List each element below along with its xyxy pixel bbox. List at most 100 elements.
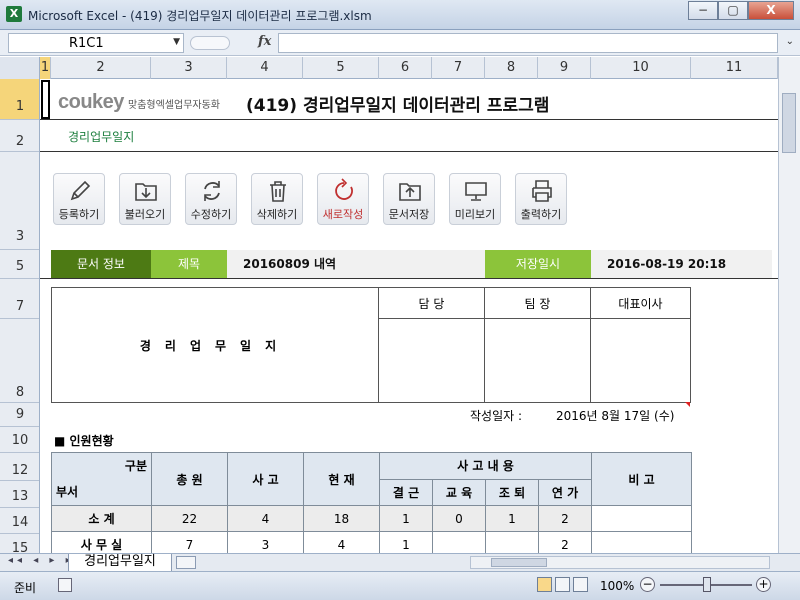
dept-cell[interactable]: 사 무 실 [51, 531, 152, 553]
worksheet[interactable]: coukey 맞춤형엑셀업무자동화 (419) 경리업무일지 데이터관리 프로그… [40, 79, 778, 553]
table-cell[interactable]: 1 [485, 505, 539, 532]
page-layout-view-button[interactable] [555, 577, 570, 592]
row-header[interactable]: 5 [0, 250, 39, 279]
table-cell[interactable]: 4 [227, 505, 304, 532]
column-label: 결 근 [379, 478, 433, 506]
row-header[interactable]: 7 [0, 279, 39, 319]
column-label: 조 퇴 [485, 478, 539, 506]
zoom-slider-thumb[interactable] [703, 577, 711, 592]
select-all-corner[interactable] [0, 57, 40, 79]
new-icon [335, 178, 353, 200]
vertical-scrollbar[interactable] [778, 57, 800, 553]
insert-sheet-icon[interactable] [176, 556, 196, 569]
zoom-level[interactable]: 100% [600, 579, 634, 593]
column-header[interactable]: 1 [40, 57, 51, 79]
preview-button-label[interactable]: 미리보기 [443, 206, 507, 222]
title-value[interactable]: 20160809 내역 [243, 250, 443, 278]
column-header[interactable]: 11 [691, 57, 778, 79]
table-cell[interactable] [591, 505, 692, 532]
column-header[interactable]: 6 [379, 57, 432, 79]
row-header[interactable]: 9 [0, 403, 39, 427]
table-cell[interactable]: 1 [379, 505, 433, 532]
insert-function-button[interactable]: fx [258, 34, 271, 49]
zoom-out-button[interactable]: − [640, 577, 655, 592]
saved-label: 저장일시 [485, 250, 591, 278]
doc-info-label: 문서 정보 [51, 250, 151, 278]
row-header[interactable]: 8 [0, 319, 39, 403]
name-box-value: R1C1 [69, 36, 104, 51]
table-cell[interactable] [485, 531, 539, 553]
print-button-label[interactable]: 출력하기 [509, 206, 573, 222]
status-bar: 준비 100% − + [0, 571, 800, 600]
monitor-icon [465, 182, 487, 201]
table-cell[interactable]: 3 [227, 531, 304, 553]
register-button-label[interactable]: 등록하기 [47, 206, 111, 222]
column-label: 현 재 [303, 452, 380, 506]
section-heading: ■ 인원현황 [54, 434, 114, 448]
table-cell[interactable] [432, 531, 486, 553]
table-cell[interactable]: 22 [151, 505, 228, 532]
column-header[interactable]: 10 [591, 57, 691, 79]
vertical-scroll-thumb[interactable] [782, 93, 796, 153]
table-cell[interactable]: 18 [303, 505, 380, 532]
edit-button-label[interactable]: 수정하기 [179, 206, 243, 222]
column-header[interactable]: 4 [227, 57, 303, 79]
table-cell[interactable]: 7 [151, 531, 228, 553]
table-cell[interactable]: 4 [303, 531, 380, 553]
page-break-view-button[interactable] [573, 577, 588, 592]
column-label: 총 원 [151, 452, 228, 506]
row-header[interactable]: 13 [0, 481, 39, 508]
minimize-button[interactable]: − [688, 1, 718, 20]
zoom-in-button[interactable]: + [756, 577, 771, 592]
horizontal-scrollbar[interactable] [470, 556, 770, 569]
saved-value[interactable]: 2016-08-19 20:18 [607, 250, 767, 278]
expand-formula-icon[interactable]: ⌄ [786, 36, 794, 47]
window-title: Microsoft Excel - (419) 경리업무일지 데이터관리 프로그… [28, 9, 372, 23]
row-header[interactable]: 1 [0, 79, 39, 120]
folder-save-icon [399, 183, 421, 201]
row-header[interactable]: 3 [0, 152, 39, 250]
column-header[interactable]: 3 [151, 57, 227, 79]
row-header[interactable]: 12 [0, 453, 39, 481]
horizontal-scroll-thumb[interactable] [491, 558, 547, 567]
logo-tagline: 맞춤형엑셀업무자동화 [128, 100, 220, 111]
macro-record-icon[interactable] [58, 578, 72, 592]
table-cell[interactable]: 1 [379, 531, 433, 553]
sheet-tabs-bar: ◂◂ ◂ ▸ ▸▸ 경리업무일지 [0, 553, 800, 572]
row-header[interactable]: 10 [0, 427, 39, 453]
column-header[interactable]: 7 [432, 57, 485, 79]
approval-signature-box[interactable] [378, 318, 485, 403]
table-cell[interactable] [591, 531, 692, 553]
staff-status-table: 구분 부서 총 원 사 고 현 재 사 고 내 용 비 고 결 근 교 육 조 … [51, 452, 692, 553]
table-cell[interactable]: 2 [538, 531, 592, 553]
close-button[interactable]: X [748, 1, 794, 20]
dept-cell[interactable]: 소 계 [51, 505, 152, 532]
normal-view-button[interactable] [537, 577, 552, 592]
table-cell[interactable]: 2 [538, 505, 592, 532]
corner-top-label: 구분 [124, 459, 147, 473]
excel-app-icon[interactable]: X [6, 6, 22, 22]
new-document-button-label[interactable]: 새로작성 [311, 206, 375, 222]
row-header[interactable]: 15 [0, 534, 39, 553]
restore-button[interactable]: ▢ [718, 1, 748, 20]
approval-signature-box[interactable] [484, 318, 591, 403]
save-document-button-label[interactable]: 문서저장 [377, 206, 441, 222]
name-box[interactable]: R1C1 ▼ [8, 33, 184, 53]
date-value[interactable]: 2016년 8월 17일 (수) [556, 407, 674, 424]
column-header[interactable]: 5 [303, 57, 379, 79]
approval-signature-box[interactable] [590, 318, 691, 403]
delete-button-label[interactable]: 삭제하기 [245, 206, 309, 222]
column-header[interactable]: 9 [538, 57, 591, 79]
sheet-tab-active[interactable]: 경리업무일지 [68, 554, 172, 572]
row-header[interactable]: 2 [0, 120, 39, 152]
column-header[interactable]: 8 [485, 57, 538, 79]
formula-input[interactable] [278, 33, 778, 53]
column-header[interactable]: 2 [51, 57, 151, 79]
formula-bar-resize-handle[interactable] [190, 36, 230, 50]
chevron-down-icon[interactable]: ▼ [173, 37, 180, 47]
table-cell[interactable]: 0 [432, 505, 486, 532]
comment-indicator[interactable] [685, 402, 690, 407]
load-button-label[interactable]: 불러오기 [113, 206, 177, 222]
row-header[interactable]: 14 [0, 508, 39, 534]
printer-icon [532, 180, 552, 202]
